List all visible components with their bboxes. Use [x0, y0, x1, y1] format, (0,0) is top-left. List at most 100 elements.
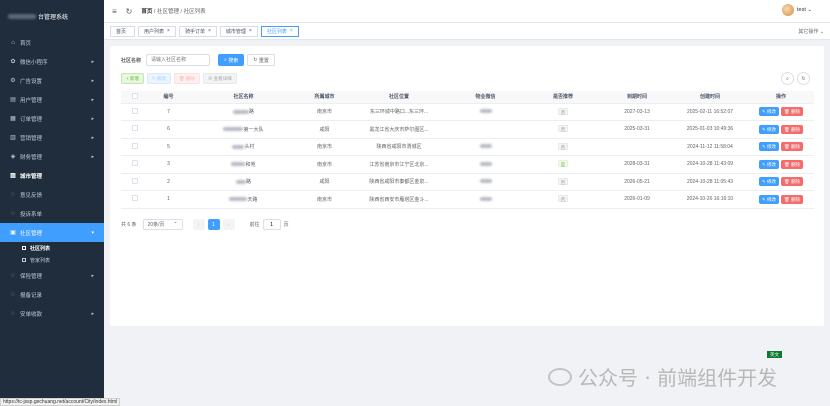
- hamburger-icon[interactable]: ≡: [112, 7, 117, 16]
- row-edit-button[interactable]: ✎ 修改: [759, 124, 780, 134]
- grid-icon: [22, 258, 26, 262]
- next-page-button[interactable]: ›: [222, 219, 235, 230]
- row-checkbox[interactable]: [131, 195, 138, 202]
- menu-icon: ▣: [10, 230, 16, 236]
- goto-page-input[interactable]: [262, 219, 281, 230]
- sidebar-item[interactable]: ◌ 保险管理 ▸: [0, 266, 104, 285]
- community-name-input[interactable]: [146, 54, 211, 66]
- breadcrumb: 首页 / 社区管理 / 社区列表: [141, 9, 206, 15]
- cell-wechat: [447, 173, 524, 191]
- row-delete-button[interactable]: 🗑 删除: [781, 194, 803, 204]
- sidebar-item[interactable]: ▣ 社区管理 ▾: [0, 223, 104, 242]
- sidebar-item[interactable]: ▦ 订单管理 ▸: [0, 109, 104, 128]
- cell-location: 东三环城中路口...东三环...: [351, 103, 447, 121]
- sidebar-item[interactable]: ▨ 城市管理: [0, 166, 104, 185]
- menu-icon: ▥: [10, 135, 16, 141]
- user-menu[interactable]: test ⌄: [781, 4, 812, 16]
- chevron-icon: ▸: [91, 134, 94, 141]
- chevron-icon: ▸: [91, 58, 94, 65]
- row-delete-button[interactable]: 🗑 删除: [781, 124, 803, 134]
- menu-icon: ◌: [11, 272, 15, 279]
- cell-wechat: [447, 120, 524, 139]
- table-row[interactable]: 3 和苑 南京市 江苏省南京市江宁区北京... 是 2028-03-31 202…: [121, 155, 814, 174]
- cell-id: 1: [148, 190, 189, 209]
- sidebar-item[interactable]: ✿ 微信小程序 ▸: [0, 52, 104, 71]
- cell-created: 2024-11-12 11:58:04: [672, 138, 748, 156]
- refresh-icon[interactable]: ↻: [797, 72, 810, 85]
- crumb-home[interactable]: 首页: [141, 9, 152, 15]
- row-checkbox[interactable]: [131, 107, 138, 114]
- delete-button[interactable]: 🗑 删除: [173, 73, 200, 84]
- row-edit-button[interactable]: ✎ 修改: [759, 142, 780, 152]
- row-edit-button[interactable]: ✎ 修改: [759, 194, 780, 204]
- row-checkbox[interactable]: [131, 177, 138, 184]
- cell-expire: 2026-05-21: [602, 173, 672, 191]
- sidebar-item[interactable]: ⚙ 广告设置 ▸: [0, 71, 104, 90]
- sidebar-subitem[interactable]: 管家列表: [0, 254, 104, 266]
- sidebar-item[interactable]: ◌ 投诉系单: [0, 204, 104, 223]
- row-edit-button[interactable]: ✎ 修改: [759, 159, 780, 169]
- recommend-badge: 否: [557, 195, 569, 203]
- sidebar-item[interactable]: ◌ 意见反馈: [0, 185, 104, 204]
- cell-actions: ✎ 修改 🗑 删除: [748, 190, 814, 209]
- tab-tag[interactable]: 社区列表 ×: [260, 25, 299, 37]
- row-delete-button[interactable]: 🗑 删除: [781, 142, 803, 152]
- page-number-button[interactable]: 1: [207, 219, 220, 230]
- tab-tag[interactable]: 城市管理 ×: [219, 25, 258, 37]
- redaction: [479, 109, 492, 114]
- navbar: ≡ ↻ 首页 / 社区管理 / 社区列表 test ⌄: [104, 0, 830, 22]
- row-checkbox[interactable]: [131, 160, 138, 167]
- sidebar-item[interactable]: ◌ 安单收款 ▸: [0, 304, 104, 323]
- table-row[interactable]: 6 第一大队 咸阳 黑龙江省大庆市萨尔图区... 否 2025-03-31 20…: [121, 120, 814, 139]
- tab-tag[interactable]: 用户列表 ×: [138, 25, 176, 37]
- crumb-community[interactable]: 社区管理: [157, 9, 179, 15]
- tab-tag[interactable]: 首页: [110, 25, 136, 37]
- search-toggle-icon[interactable]: ⌕: [781, 72, 794, 85]
- table-row[interactable]: 2 路 咸阳 陕西省咸阳市秦都区金泉... 否 2026-05-21 2024-…: [121, 173, 814, 191]
- row-edit-button[interactable]: ✎ 修改: [759, 177, 780, 187]
- table-header: 编号 社区名称 所属城市 社区位置 物业微信 是否推荐 到期时间 创建时间 操作: [121, 91, 814, 104]
- cell-location: 黑龙江省大庆市萨尔图区...: [351, 120, 447, 139]
- row-checkbox[interactable]: [131, 125, 138, 132]
- cell-actions: ✎ 修改 🗑 删除: [748, 120, 814, 139]
- row-edit-button[interactable]: ✎ 修改: [759, 107, 780, 117]
- sidebar-item-label: 营销管理: [20, 135, 43, 142]
- tab-tag[interactable]: 骑手订单 ×: [178, 25, 217, 37]
- redaction: [479, 196, 492, 201]
- sidebar-subitem[interactable]: 社区列表: [0, 242, 104, 254]
- other-ops-dropdown[interactable]: 其它操作 ⌄: [798, 28, 824, 35]
- refresh-icon[interactable]: ↻: [126, 7, 133, 16]
- prev-page-button[interactable]: ‹: [192, 219, 205, 230]
- page-size-select[interactable]: 20条/页: [142, 219, 183, 230]
- search-button[interactable]: ⌕ 搜索: [218, 54, 245, 66]
- edit-button[interactable]: ✎ 修改: [146, 73, 171, 84]
- reset-button[interactable]: ↻ 重置: [247, 54, 275, 66]
- row-delete-button[interactable]: 🗑 删除: [781, 177, 803, 187]
- cell-created: 2024-10-26 16:16:10: [672, 190, 748, 209]
- table-row[interactable]: 1 天路 南京市 陕西省西安市雁塔区金斗... 否 2026-01-09 202…: [121, 190, 814, 209]
- view-detail-button[interactable]: ⊕ 查看详细: [202, 73, 237, 84]
- sidebar-item[interactable]: ▥ 营销管理 ▸: [0, 128, 104, 147]
- menu-icon: ▤: [10, 97, 16, 103]
- table-row[interactable]: 7 路 南京市 东三环城中路口...东三环... 否 2027-03-13 20…: [121, 103, 814, 121]
- row-delete-button[interactable]: 🗑 删除: [781, 107, 803, 117]
- user-name: test: [796, 7, 806, 13]
- sidebar-item[interactable]: ◌ 报备记录: [0, 285, 104, 304]
- close-icon[interactable]: ×: [167, 28, 170, 34]
- sidebar-item-label: 微信小程序: [20, 59, 48, 66]
- select-all-checkbox[interactable]: [131, 92, 138, 99]
- add-button[interactable]: + 新增: [121, 73, 144, 84]
- row-checkbox[interactable]: [131, 142, 138, 149]
- sidebar-item[interactable]: ⌂ 首页: [0, 33, 104, 52]
- recommend-badge: 否: [557, 125, 569, 133]
- row-delete-button[interactable]: 🗑 删除: [781, 159, 803, 169]
- menu-icon: ▨: [10, 173, 16, 179]
- language-badge[interactable]: 英文: [767, 351, 782, 358]
- close-icon[interactable]: ×: [249, 28, 252, 34]
- sidebar-item[interactable]: ▤ 用户管理 ▸: [0, 90, 104, 109]
- column-header: 物业微信: [447, 91, 524, 104]
- close-icon[interactable]: ×: [290, 28, 293, 34]
- table-row[interactable]: 5 头村 南京市 陕西省咸阳市渭城区 否 2024-11-12 11:58:04…: [121, 138, 814, 156]
- sidebar-item[interactable]: ◈ 财务管理 ▸: [0, 147, 104, 166]
- close-icon[interactable]: ×: [208, 28, 211, 34]
